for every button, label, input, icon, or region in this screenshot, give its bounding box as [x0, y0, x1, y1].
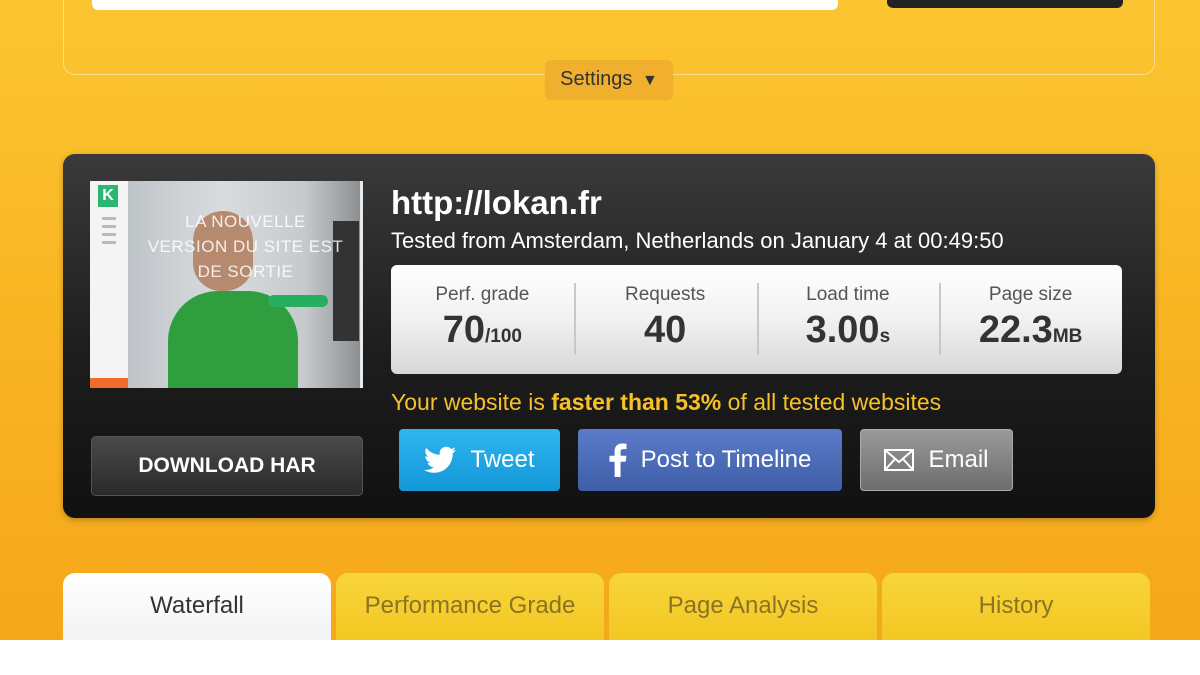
screenshot-headline-line: DE SORTIE — [197, 262, 294, 281]
download-har-button[interactable]: DOWNLOAD HAR — [91, 436, 363, 496]
tweet-button[interactable]: Tweet — [399, 429, 560, 491]
screenshot-nav-line — [102, 225, 116, 228]
tab-page-analysis[interactable]: Page Analysis — [609, 573, 877, 640]
stat-unit: /100 — [485, 326, 522, 347]
screenshot-sidebar: K — [90, 181, 128, 388]
report-tabs: Waterfall Performance Grade Page Analysi… — [63, 573, 1150, 640]
stat-page-size: Page size 22.3MB — [939, 265, 1122, 374]
stat-requests: Requests 40 — [573, 265, 757, 374]
screenshot-headline-line: VERSION DU SITE EST — [147, 237, 344, 256]
screenshot-nav-line — [102, 233, 116, 236]
stat-perf-grade: Perf. grade 70/100 — [391, 265, 574, 374]
stat-number: 22.3 — [978, 309, 1053, 351]
tab-waterfall[interactable]: Waterfall — [63, 573, 331, 640]
stat-value: 40 — [574, 309, 757, 352]
url-input[interactable] — [92, 0, 838, 10]
caret-down-icon: ▼ — [641, 72, 658, 89]
stat-label: Load time — [806, 284, 890, 305]
screenshot-nav-line — [102, 241, 116, 244]
stat-load-time: Load time 3.00s — [756, 265, 940, 374]
screenshot-headline-line: LA NOUVELLE — [185, 212, 306, 231]
envelope-icon — [884, 449, 915, 471]
comparison-prefix: Your website is — [391, 389, 552, 415]
stat-value: 22.3MB — [939, 309, 1122, 352]
site-screenshot: LA NOUVELLE VERSION DU SITE EST DE SORTI… — [90, 181, 363, 388]
screenshot-headline: LA NOUVELLE VERSION DU SITE EST DE SORTI… — [128, 209, 360, 284]
post-to-timeline-button[interactable]: Post to Timeline — [578, 429, 842, 491]
post-to-timeline-label: Post to Timeline — [640, 446, 812, 473]
stat-label: Perf. grade — [435, 284, 530, 305]
stat-value: 3.00s — [757, 309, 940, 352]
tab-performance-grade[interactable]: Performance Grade — [336, 573, 604, 640]
stat-unit: s — [879, 326, 891, 347]
comparison-text: Your website is faster than 53% of all t… — [391, 389, 941, 416]
comparison-highlight: faster than 53% — [551, 389, 722, 415]
twitter-bird-icon — [424, 446, 457, 474]
settings-label: Settings — [560, 68, 633, 90]
screenshot-footer-bar — [90, 378, 128, 388]
tested-from-text: Tested from Amsterdam, Netherlands on Ja… — [391, 228, 1004, 253]
screenshot-pill-button — [268, 295, 328, 307]
stat-number: 70 — [442, 309, 486, 351]
tab-history[interactable]: History — [882, 573, 1150, 640]
tested-url[interactable]: http://lokan.fr — [391, 184, 602, 222]
stat-unit: MB — [1052, 326, 1083, 347]
stat-number: 3.00 — [805, 309, 880, 351]
settings-button[interactable]: Settings ▼ — [545, 60, 673, 99]
screenshot-nav-line — [102, 217, 116, 220]
email-button[interactable]: Email — [860, 429, 1013, 491]
facebook-icon — [609, 443, 627, 477]
stat-value: 70/100 — [391, 309, 574, 352]
summary-stats: Perf. grade 70/100 Requests 40 Load time… — [391, 265, 1122, 374]
start-test-button[interactable] — [887, 0, 1123, 8]
email-label: Email — [928, 446, 989, 473]
stat-number: 40 — [643, 309, 687, 351]
comparison-suffix: of all tested websites — [721, 389, 942, 415]
stat-label: Page size — [988, 284, 1073, 305]
screenshot-logo: K — [98, 185, 118, 207]
tab-content-area — [0, 640, 1200, 675]
stat-label: Requests — [624, 284, 706, 305]
tweet-label: Tweet — [470, 446, 535, 473]
